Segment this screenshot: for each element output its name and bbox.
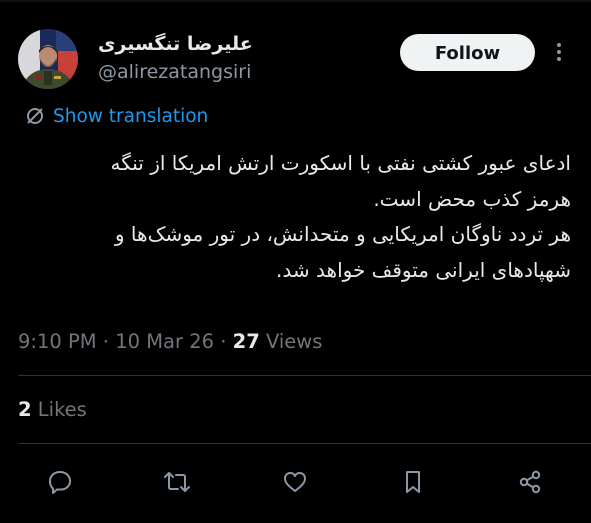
author-display-name[interactable]: علیرضا تنگسیری (98, 33, 253, 55)
reply-icon[interactable] (40, 462, 80, 502)
share-icon[interactable] (510, 462, 550, 502)
tweet-text-line: ادعای عبور کشتی نفتی با اسکورت ارتش امری… (110, 151, 572, 175)
tweet-card: علیرضا تنگسیری @alirezatangsiri Follow S… (0, 0, 591, 523)
meta-separator: · (102, 330, 109, 353)
translate-icon (27, 108, 43, 124)
tweet-time[interactable]: 9:10 PM (18, 330, 97, 353)
translation-row[interactable]: Show translation (25, 104, 208, 128)
likes-label: Likes (37, 398, 87, 421)
tweet-text-line: هر تردد ناوگان امریکایی و متحدانش، در تو… (114, 222, 571, 246)
tweet-date[interactable]: 10 Mar 26 (115, 330, 214, 353)
author-handle[interactable]: @alirezatangsiri (98, 61, 251, 83)
action-bar (0, 462, 591, 502)
top-border (0, 0, 591, 2)
likes-row[interactable]: 2 Likes (18, 398, 87, 421)
views-count: 27 (232, 330, 260, 353)
tweet-meta: 9:10 PM · 10 Mar 26 · 27 Views (18, 330, 322, 353)
divider (18, 375, 591, 376)
avatar[interactable] (18, 29, 78, 89)
follow-button[interactable]: Follow (400, 34, 535, 71)
more-dots-icon[interactable] (553, 40, 565, 64)
views-label: Views (265, 330, 323, 353)
meta-separator: · (220, 330, 227, 353)
bookmark-icon[interactable] (393, 462, 433, 502)
tweet-text-line: هرمز کذب محض است. (373, 186, 571, 211)
tweet-text: ادعای عبور کشتی نفتی با اسکورت ارتش امری… (16, 146, 572, 288)
retweet-icon[interactable] (157, 462, 197, 502)
like-icon[interactable] (275, 462, 315, 502)
show-translation-link[interactable]: Show translation (53, 106, 208, 127)
likes-count: 2 (18, 398, 32, 421)
avatar-photo (18, 29, 78, 89)
tweet-text-line: شهپادهای ایرانی متوقف خواهد شد. (276, 257, 571, 282)
divider (18, 443, 591, 444)
